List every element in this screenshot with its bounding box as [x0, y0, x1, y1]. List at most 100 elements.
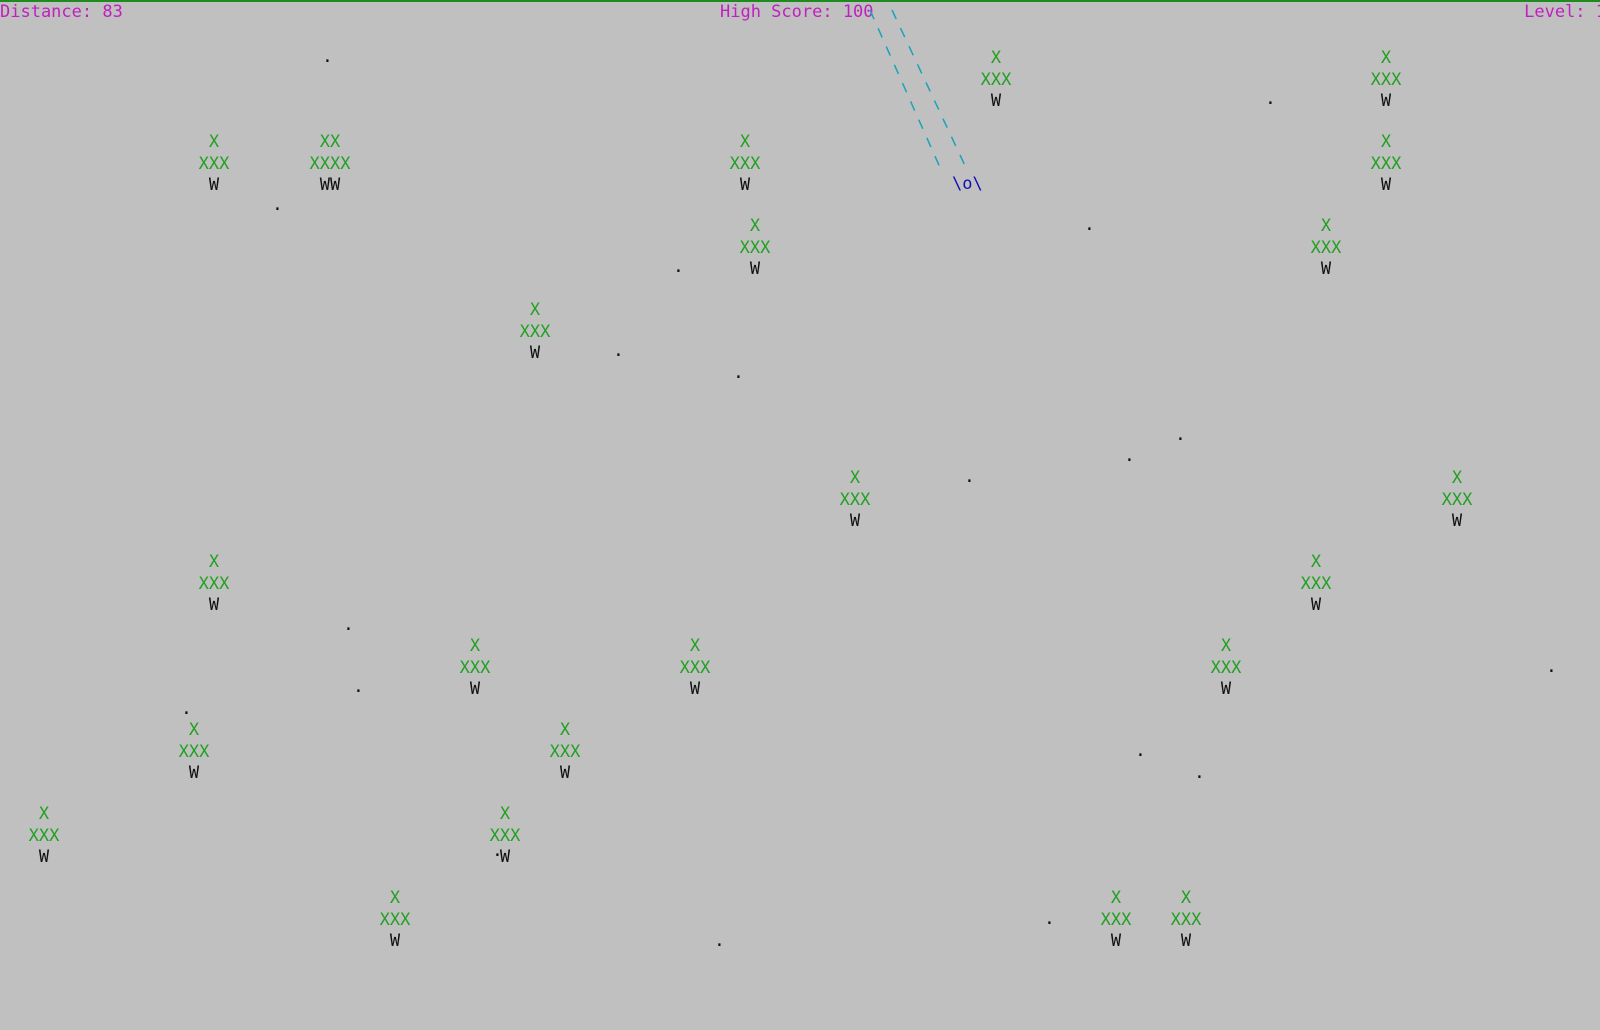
- tree-obstacle: X XXX W: [1196, 636, 1256, 701]
- tree-trunk: W: [689, 679, 701, 699]
- slalom-flag-dot: .: [272, 194, 283, 215]
- tree-trunk: W: [1451, 511, 1463, 531]
- tree-obstacle: X XXX W: [164, 720, 224, 785]
- tree-obstacle: X XXX W: [1427, 468, 1487, 533]
- tree-foliage-top: X: [1310, 552, 1322, 572]
- tree-foliage-middle: XXX: [739, 237, 771, 258]
- tree-foliage-middle: XXX: [198, 573, 230, 594]
- ski-trail-right: [891, 9, 969, 173]
- tree-trunk: W: [38, 847, 50, 867]
- tree-trunk: W: [990, 91, 1002, 111]
- tree-foliage-middle: XXX: [980, 69, 1012, 90]
- tree-trunk: W: [849, 511, 861, 531]
- tree-trunk: W: [529, 343, 541, 363]
- tree-foliage-top: X: [1380, 48, 1392, 68]
- tree-trunk: W: [1180, 931, 1192, 951]
- tree-foliage-top: X: [188, 720, 200, 740]
- slalom-flag-dot: .: [353, 676, 364, 697]
- tree-foliage-middle: XXX: [839, 489, 871, 510]
- slalom-flag-dot: .: [673, 256, 684, 277]
- tree-foliage-middle: XXX: [1100, 909, 1132, 930]
- tree-foliage-top: X: [208, 552, 220, 572]
- tree-trunk: W: [749, 259, 761, 279]
- tree-obstacle: X XXX W: [365, 888, 425, 953]
- tree-foliage-top: X: [499, 804, 511, 824]
- tree-obstacle: X XXX W: [715, 132, 775, 197]
- slalom-flag-dot: .: [1124, 445, 1135, 466]
- tree-obstacle: X XXX W: [1356, 48, 1416, 113]
- tree-foliage-top: X: [749, 216, 761, 236]
- tree-trunk: W: [1320, 259, 1332, 279]
- tree-foliage-top: X: [1380, 132, 1392, 152]
- tree-trunk: W: [208, 175, 220, 195]
- tree-foliage-top: X: [990, 48, 1002, 68]
- slalom-flag-dot: .: [733, 362, 744, 383]
- tree-foliage-middle: XXX: [729, 153, 761, 174]
- tree-foliage-middle: XXX: [459, 657, 491, 678]
- tree-trunk: W: [1110, 931, 1122, 951]
- tree-foliage-middle: XXX: [489, 825, 521, 846]
- ski-trail-left: [869, 9, 943, 173]
- tree-foliage-top: X: [529, 300, 541, 320]
- tree-foliage-middle: XXX: [379, 909, 411, 930]
- tree-foliage-middle: XXX: [1170, 909, 1202, 930]
- tree-foliage-top: X: [469, 636, 481, 656]
- tree-obstacle: X XXX W: [1296, 216, 1356, 281]
- slalom-flag-dot: .: [1546, 656, 1557, 677]
- tree-obstacle: X XXX W: [184, 132, 244, 197]
- tree-foliage-top: X: [38, 804, 50, 824]
- tree-trunk: WW: [319, 175, 341, 195]
- slalom-flag-dot: .: [1175, 424, 1186, 445]
- slalom-flag-dot: .: [613, 340, 624, 361]
- tree-trunk: W: [499, 847, 511, 867]
- tree-obstacle: X XXX W: [1286, 552, 1346, 617]
- tree-trunk: W: [389, 931, 401, 951]
- tree-foliage-middle: XXX: [1300, 573, 1332, 594]
- slalom-flag-dot: .: [1265, 88, 1276, 109]
- tree-foliage-top: X: [739, 132, 751, 152]
- tree-foliage-middle: XXX: [1310, 237, 1342, 258]
- tree-obstacle: X XXX W: [1086, 888, 1146, 953]
- tree-trunk: W: [469, 679, 481, 699]
- tree-foliage-top: X: [208, 132, 220, 152]
- tree-obstacle: X XXX W: [966, 48, 1026, 113]
- tree-foliage-middle: XXX: [1441, 489, 1473, 510]
- game-screen[interactable]: Distance: 83 High Score: 100 Level: 1 \o…: [0, 0, 1600, 1030]
- distance-readout: Distance: 83: [0, 2, 123, 22]
- tree-foliage-middle: XXX: [549, 741, 581, 762]
- slalom-flag-dot: .: [1135, 740, 1146, 761]
- tree-trunk: W: [1380, 175, 1392, 195]
- slalom-flag-dot: .: [1044, 908, 1055, 929]
- tree-foliage-top: X: [1320, 216, 1332, 236]
- tree-trunk: W: [1220, 679, 1232, 699]
- tree-foliage-top: X: [1220, 636, 1232, 656]
- slalom-flag-dot: .: [181, 698, 192, 719]
- tree-trunk: W: [208, 595, 220, 615]
- slalom-flag-dot: .: [964, 466, 975, 487]
- tree-obstacle: X XXX W: [825, 468, 885, 533]
- double-tree-obstacle: XX XXXX WW: [300, 132, 360, 197]
- tree-obstacle: X XXX W: [184, 552, 244, 617]
- skier-player: \o\: [952, 174, 983, 194]
- tree-obstacle: X XXX W: [475, 804, 535, 869]
- tree-obstacle: X XXX W: [535, 720, 595, 785]
- tree-obstacle: X XXX W: [665, 636, 725, 701]
- tree-foliage-top: X: [559, 720, 571, 740]
- tree-foliage-middle: XXXX: [309, 153, 351, 174]
- tree-foliage-top: X: [689, 636, 701, 656]
- tree-foliage-middle: XXX: [1210, 657, 1242, 678]
- tree-obstacle: X XXX W: [1356, 132, 1416, 197]
- slalom-flag-dot: .: [492, 840, 503, 861]
- tree-obstacle: X XXX W: [505, 300, 565, 365]
- slalom-flag-dot: .: [1084, 214, 1095, 235]
- tree-foliage-middle: XXX: [28, 825, 60, 846]
- tree-foliage-middle: XXX: [519, 321, 551, 342]
- tree-trunk: W: [559, 763, 571, 783]
- tree-obstacle: X XXX W: [14, 804, 74, 869]
- tree-obstacle: X XXX W: [725, 216, 785, 281]
- tree-trunk: W: [739, 175, 751, 195]
- tree-trunk: W: [1380, 91, 1392, 111]
- tree-foliage-top: X: [1110, 888, 1122, 908]
- tree-foliage-middle: XXX: [1370, 69, 1402, 90]
- slalom-flag-dot: .: [714, 930, 725, 951]
